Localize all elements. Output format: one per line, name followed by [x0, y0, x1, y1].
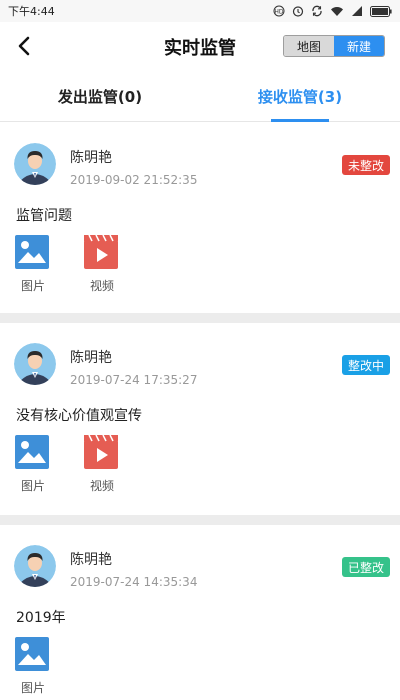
report-time: 2019-09-02 21:52:35 [70, 173, 198, 187]
image-attachment[interactable]: 图片 [15, 235, 51, 295]
status-badge: 整改中 [341, 355, 390, 375]
map-button[interactable]: 地图 [284, 36, 334, 56]
image-icon [15, 235, 49, 269]
image-attachment[interactable]: 图片 [15, 435, 51, 495]
avatar [14, 545, 56, 587]
image-attachment[interactable]: 图片 [15, 637, 51, 697]
video-icon [84, 235, 118, 269]
report-time: 2019-07-24 17:35:27 [70, 373, 198, 387]
avatar [14, 343, 56, 385]
record-card[interactable]: 陈明艳 2019-09-02 21:52:35 未整改 监管问题 图片 视频 [0, 123, 400, 313]
new-button[interactable]: 新建 [334, 36, 384, 56]
tab-received-label: 接收监管(3) [257, 88, 343, 106]
record-card[interactable]: 陈明艳 2019-07-24 14:35:34 已整改 2019年 图片 [0, 525, 400, 700]
reporter-name: 陈明艳 [70, 552, 112, 568]
card-divider [0, 313, 400, 323]
video-attachment[interactable]: 视频 [84, 235, 120, 295]
nav-bar: 实时监管 地图 新建 [0, 22, 400, 70]
record-card[interactable]: 陈明艳 2019-07-24 17:35:27 整改中 没有核心价值观宣传 图片… [0, 323, 400, 515]
image-label: 图片 [20, 479, 45, 493]
status-badge: 已整改 [341, 557, 390, 577]
tab-bar: 发出监管(0) 接收监管(3) [0, 72, 400, 122]
avatar [14, 143, 56, 185]
reporter-name: 陈明艳 [70, 350, 112, 366]
record-content: 监管问题 [16, 208, 72, 224]
video-icon [84, 435, 118, 469]
status-bar: 下午4:44 HD [0, 0, 400, 22]
active-tab-indicator [271, 119, 329, 122]
image-label: 图片 [20, 681, 45, 695]
signal-icon [351, 5, 363, 17]
card-divider [0, 515, 400, 525]
view-toggle: 地图 新建 [283, 35, 385, 57]
image-icon [15, 637, 49, 671]
battery-icon [370, 5, 392, 17]
status-icons: HD [273, 5, 392, 17]
status-time: 下午4:44 [8, 5, 55, 18]
video-attachment[interactable]: 视频 [84, 435, 120, 495]
report-time: 2019-07-24 14:35:34 [70, 575, 198, 589]
video-label: 视频 [89, 479, 114, 493]
svg-text:HD: HD [274, 9, 284, 16]
alarm-icon [292, 5, 304, 17]
image-label: 图片 [20, 279, 45, 293]
tab-received-supervision[interactable]: 接收监管(3) [200, 72, 400, 122]
record-content: 2019年 [16, 610, 66, 626]
status-badge: 未整改 [341, 155, 390, 175]
sync-icon [311, 5, 323, 17]
tab-sent-supervision[interactable]: 发出监管(0) [0, 72, 200, 121]
tab-sent-label: 发出监管(0) [57, 88, 143, 106]
record-content: 没有核心价值观宣传 [16, 408, 142, 424]
wifi-icon [330, 5, 344, 17]
hd-icon: HD [273, 5, 285, 17]
video-label: 视频 [89, 279, 114, 293]
reporter-name: 陈明艳 [70, 150, 112, 166]
image-icon [15, 435, 49, 469]
